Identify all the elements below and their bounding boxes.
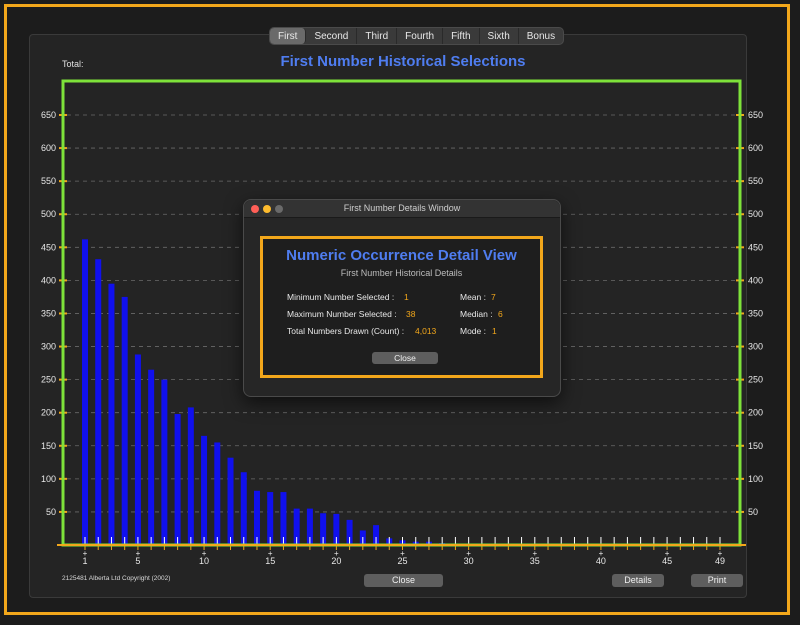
y-tick-label-right: 600 — [748, 143, 763, 153]
dialog-close-button[interactable]: Close — [372, 352, 438, 364]
details-button[interactable]: Details — [612, 574, 664, 587]
y-tick-label-right: 350 — [748, 308, 763, 318]
x-tick-label: 40 — [596, 556, 606, 566]
min-number-label: Minimum Number Selected : — [287, 292, 395, 302]
min-number-value: 1 — [404, 292, 409, 302]
y-tick-label-right: 100 — [748, 474, 763, 484]
y-tick-label-right: 50 — [748, 507, 758, 517]
x-tick-label: 35 — [530, 556, 540, 566]
bar — [253, 490, 260, 545]
x-tick-label: 15 — [265, 556, 275, 566]
y-tick-label-right: 150 — [748, 441, 763, 451]
y-tick-label-left: 300 — [41, 342, 56, 352]
copyright-text: 2125481 Alberta Ltd Copyright (2002) — [62, 575, 171, 582]
median-value: 6 — [498, 309, 503, 319]
bar — [187, 407, 194, 545]
close-button[interactable]: Close — [364, 574, 443, 587]
x-tick-label: 30 — [464, 556, 474, 566]
bar — [227, 457, 234, 545]
total-drawn-label: Total Numbers Drawn (Count) : — [287, 326, 405, 336]
y-tick-label-left: 450 — [41, 242, 56, 252]
detail-view-frame: Numeric Occurrence Detail View First Num… — [260, 236, 543, 378]
y-tick-label-right: 450 — [748, 242, 763, 252]
y-tick-label-left: 200 — [41, 408, 56, 418]
x-tick-label: 10 — [199, 556, 209, 566]
bar — [201, 435, 208, 545]
mean-value: 7 — [491, 292, 496, 302]
mean-label: Mean : — [460, 292, 486, 302]
y-tick-label-right: 500 — [748, 209, 763, 219]
y-tick-label-left: 150 — [41, 441, 56, 451]
bar — [148, 369, 155, 545]
y-tick-label-right: 550 — [748, 176, 763, 186]
dialog-title: First Number Details Window — [343, 203, 461, 213]
y-tick-label-right: 200 — [748, 408, 763, 418]
x-tick-label: 20 — [331, 556, 341, 566]
y-tick-label-right: 400 — [748, 275, 763, 285]
x-tick-label: 49 — [715, 556, 725, 566]
detail-subtitle: First Number Historical Details — [340, 268, 463, 278]
bar — [174, 414, 181, 545]
total-drawn-value: 4,013 — [415, 326, 437, 336]
y-tick-label-left: 650 — [41, 110, 56, 120]
y-tick-label-left: 550 — [41, 176, 56, 186]
bar — [82, 239, 88, 545]
bar — [214, 442, 221, 545]
details-dialog: First Number Details Window Numeric Occu… — [243, 199, 561, 397]
x-tick-label: 1 — [82, 556, 87, 566]
bar — [240, 472, 247, 545]
detail-heading: Numeric Occurrence Detail View — [286, 247, 517, 264]
mode-label: Mode : — [460, 326, 486, 336]
median-label: Median : — [460, 309, 493, 319]
x-tick-label: 5 — [135, 556, 140, 566]
y-tick-label-left: 600 — [41, 143, 56, 153]
bar — [121, 296, 128, 545]
y-tick-label-right: 300 — [748, 342, 763, 352]
bar — [134, 354, 141, 545]
print-button[interactable]: Print — [691, 574, 743, 587]
y-tick-label-right: 650 — [748, 110, 763, 120]
x-tick-label: 45 — [662, 556, 672, 566]
y-tick-label-left: 250 — [41, 375, 56, 385]
max-number-value: 38 — [406, 309, 416, 319]
bar — [161, 379, 168, 545]
mode-value: 1 — [492, 326, 497, 336]
y-tick-label-left: 400 — [41, 275, 56, 285]
x-tick-label: 25 — [397, 556, 407, 566]
y-tick-label-right: 250 — [748, 375, 763, 385]
y-tick-label-left: 50 — [46, 507, 56, 517]
y-tick-label-left: 100 — [41, 474, 56, 484]
dialog-titlebar[interactable]: First Number Details Window — [244, 200, 560, 218]
bar — [95, 259, 102, 545]
y-tick-label-left: 500 — [41, 209, 56, 219]
max-number-label: Maximum Number Selected : — [287, 309, 397, 319]
y-tick-label-left: 350 — [41, 308, 56, 318]
bar — [108, 283, 115, 545]
